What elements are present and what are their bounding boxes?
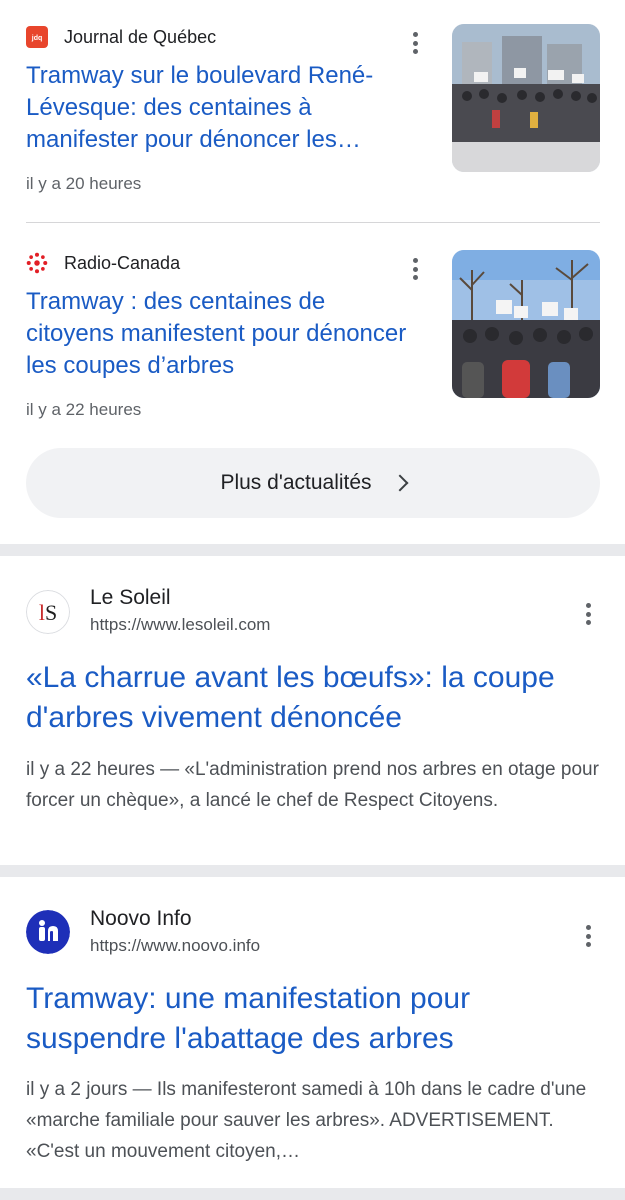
news-thumbnail[interactable] <box>452 250 600 398</box>
news-item[interactable]: Radio-Canada Tramway : des centaines de … <box>26 250 600 430</box>
result-title[interactable]: «La charrue avant les bœufs»: la coupe d… <box>26 658 606 738</box>
news-source-row: jdq Journal de Québec <box>26 24 216 50</box>
news-source-name: Radio-Canada <box>64 252 181 273</box>
result-snippet: il y a 22 heures — «L'administration pre… <box>26 759 599 811</box>
news-source-name: Journal de Québec <box>64 26 217 47</box>
news-thumbnail[interactable] <box>452 24 600 172</box>
news-item[interactable]: jdq Journal de Québec Tramway sur le bou… <box>26 24 600 204</box>
more-options-icon[interactable] <box>584 603 592 625</box>
search-result: Noovo Info https://www.noovo.info Tramwa… <box>0 877 625 1187</box>
more-options-icon[interactable] <box>404 256 426 282</box>
svg-text:lS: lS <box>39 600 57 625</box>
result-site-name[interactable]: Noovo Info <box>90 907 192 931</box>
le-soleil-logo-icon: lS <box>26 590 70 634</box>
news-card: jdq Journal de Québec Tramway sur le bou… <box>0 0 625 544</box>
chevron-right-icon <box>391 474 409 492</box>
news-title[interactable]: Tramway : des centaines de citoyens mani… <box>26 286 416 382</box>
more-options-icon[interactable] <box>404 30 426 56</box>
search-result: lS Le Soleil https://www.lesoleil.com «L… <box>0 556 625 865</box>
result-site-name[interactable]: Le Soleil <box>90 586 171 610</box>
news-source-row: Radio-Canada <box>26 250 180 276</box>
result-title[interactable]: Tramway: une manifestation pour suspendr… <box>26 979 606 1059</box>
more-options-icon[interactable] <box>584 925 592 947</box>
news-time: il y a 22 heures <box>26 400 142 419</box>
radio-canada-logo-icon <box>26 252 48 274</box>
noovo-info-logo-icon <box>26 910 70 954</box>
section-separator <box>0 544 625 556</box>
result-site-url[interactable]: https://www.noovo.info <box>90 936 260 956</box>
svg-text:jdq: jdq <box>31 35 43 42</box>
news-time: il y a 20 heures <box>26 174 142 193</box>
result-site-url[interactable]: https://www.lesoleil.com <box>90 615 270 635</box>
more-news-button[interactable]: Plus d'actualités <box>26 448 600 518</box>
more-news-label: Plus d'actualités <box>220 471 372 494</box>
news-title[interactable]: Tramway sur le boulevard René-Lévesque: … <box>26 60 416 156</box>
section-separator <box>0 865 625 877</box>
section-separator <box>0 1188 625 1200</box>
news-divider <box>26 222 600 223</box>
journal-de-quebec-logo-icon: jdq <box>26 26 48 48</box>
result-snippet: il y a 2 jours — Ils manifesteront samed… <box>26 1079 587 1162</box>
